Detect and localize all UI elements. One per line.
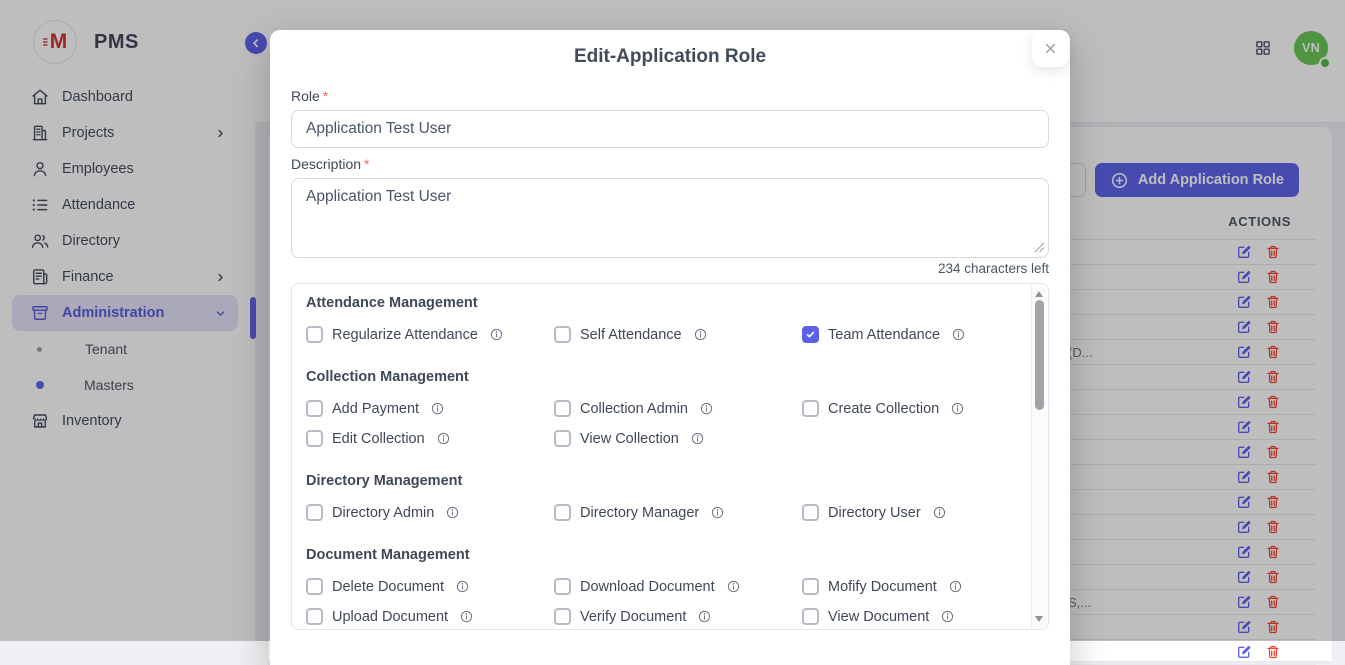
checkbox-icon[interactable] xyxy=(306,608,323,625)
permission-label: Collection Admin xyxy=(580,401,688,417)
permission-label: Self Attendance xyxy=(580,327,682,343)
close-button[interactable] xyxy=(1032,30,1069,67)
permission-verify-document[interactable]: Verify Document xyxy=(554,607,802,626)
info-icon[interactable] xyxy=(951,327,966,342)
edit-row-button[interactable] xyxy=(1236,644,1252,660)
info-icon[interactable] xyxy=(436,431,451,446)
checkbox-icon[interactable] xyxy=(306,430,323,447)
permission-self-attendance[interactable]: Self Attendance xyxy=(554,325,802,344)
checkbox-icon[interactable] xyxy=(802,608,819,625)
permission-label: Download Document xyxy=(580,579,715,595)
permission-add-payment[interactable]: Add Payment xyxy=(306,399,554,418)
section-title: Document Management xyxy=(306,546,1014,564)
permission-label: Directory Admin xyxy=(332,505,434,521)
info-icon[interactable] xyxy=(699,401,714,416)
checkbox-icon[interactable] xyxy=(802,578,819,595)
checkbox-icon[interactable] xyxy=(306,326,323,343)
permission-label: Mofify Document xyxy=(828,579,937,595)
permission-label: View Document xyxy=(828,609,929,625)
modal-title: Edit-Application Role xyxy=(291,30,1049,68)
info-icon[interactable] xyxy=(726,579,741,594)
checkbox-icon[interactable] xyxy=(554,400,571,417)
permission-label: Upload Document xyxy=(332,609,448,625)
permission-section-collection-management: Collection Management Add Payment Collecti… xyxy=(306,368,1014,448)
section-title: Directory Management xyxy=(306,472,1014,490)
delete-row-button[interactable] xyxy=(1265,644,1281,660)
permission-regularize-attendance[interactable]: Regularize Attendance xyxy=(306,325,554,344)
scrollbar[interactable] xyxy=(1031,285,1047,628)
check-icon xyxy=(805,329,816,340)
checkbox-icon[interactable] xyxy=(554,608,571,625)
checkbox-icon[interactable] xyxy=(306,504,323,521)
required-marker: * xyxy=(364,156,369,172)
permission-directory-user[interactable]: Directory User xyxy=(802,503,1049,522)
permission-view-collection[interactable]: View Collection xyxy=(554,429,802,448)
permission-collection-admin[interactable]: Collection Admin xyxy=(554,399,802,418)
info-icon[interactable] xyxy=(948,579,963,594)
required-marker: * xyxy=(323,88,328,104)
characters-left: 234 characters left xyxy=(291,261,1049,277)
info-icon[interactable] xyxy=(459,609,474,624)
section-title: Attendance Management xyxy=(306,294,1014,312)
info-icon[interactable] xyxy=(489,327,504,342)
permission-directory-admin[interactable]: Directory Admin xyxy=(306,503,554,522)
permissions-panel: Attendance Management Regularize Attendan… xyxy=(291,283,1049,630)
permission-label: Delete Document xyxy=(332,579,444,595)
checkbox-icon[interactable] xyxy=(554,430,571,447)
edit-application-role-modal: Edit-Application Role Role* Description*… xyxy=(270,30,1070,665)
info-icon[interactable] xyxy=(455,579,470,594)
permission-directory-manager[interactable]: Directory Manager xyxy=(554,503,802,522)
permission-label: Regularize Attendance xyxy=(332,327,478,343)
permission-section-directory-management: Directory Management Directory Admin Direc… xyxy=(306,472,1014,522)
permission-edit-collection[interactable]: Edit Collection xyxy=(306,429,554,448)
permission-upload-document[interactable]: Upload Document xyxy=(306,607,554,626)
info-icon[interactable] xyxy=(445,505,460,520)
permission-delete-document[interactable]: Delete Document xyxy=(306,577,554,596)
section-title: Collection Management xyxy=(306,368,1014,386)
permission-label: Team Attendance xyxy=(828,327,940,343)
checkbox-icon[interactable] xyxy=(306,400,323,417)
checkbox-icon[interactable] xyxy=(802,400,819,417)
permissions-sections: Attendance Management Regularize Attendan… xyxy=(306,294,1014,626)
checkbox-icon[interactable] xyxy=(554,578,571,595)
checkbox-icon[interactable] xyxy=(554,504,571,521)
info-icon[interactable] xyxy=(940,609,955,624)
info-icon[interactable] xyxy=(932,505,947,520)
info-icon[interactable] xyxy=(950,401,965,416)
permission-label: Verify Document xyxy=(580,609,686,625)
checkbox-icon[interactable] xyxy=(306,578,323,595)
permission-label: Create Collection xyxy=(828,401,939,417)
scroll-down-arrow-icon[interactable] xyxy=(1035,616,1043,622)
permission-create-collection[interactable]: Create Collection xyxy=(802,399,1049,418)
close-icon xyxy=(1042,40,1059,57)
role-label: Role* xyxy=(291,88,1049,104)
permission-view-document[interactable]: View Document xyxy=(802,607,1049,626)
role-field[interactable] xyxy=(291,110,1049,148)
permission-download-document[interactable]: Download Document xyxy=(554,577,802,596)
permission-label: Add Payment xyxy=(332,401,419,417)
permission-label: Directory User xyxy=(828,505,921,521)
table-row xyxy=(268,640,1316,665)
info-icon[interactable] xyxy=(710,505,725,520)
info-icon[interactable] xyxy=(697,609,712,624)
checkbox-icon[interactable] xyxy=(554,326,571,343)
description-label: Description* xyxy=(291,156,1049,172)
permission-label: View Collection xyxy=(580,431,679,447)
permission-label: Directory Manager xyxy=(580,505,699,521)
info-icon[interactable] xyxy=(693,327,708,342)
scroll-up-arrow-icon[interactable] xyxy=(1035,291,1043,297)
permission-label: Edit Collection xyxy=(332,431,425,447)
permission-team-attendance[interactable]: Team Attendance xyxy=(802,325,1049,344)
checkbox-icon[interactable] xyxy=(802,326,819,343)
permission-section-document-management: Document Management Delete Document Downlo… xyxy=(306,546,1014,626)
permission-mofify-document[interactable]: Mofify Document xyxy=(802,577,1049,596)
checkbox-icon[interactable] xyxy=(802,504,819,521)
info-icon[interactable] xyxy=(430,401,445,416)
permission-section-attendance-management: Attendance Management Regularize Attendan… xyxy=(306,294,1014,344)
info-icon[interactable] xyxy=(690,431,705,446)
scrollbar-thumb[interactable] xyxy=(1035,300,1044,410)
description-field[interactable]: Application Test User xyxy=(291,178,1049,258)
